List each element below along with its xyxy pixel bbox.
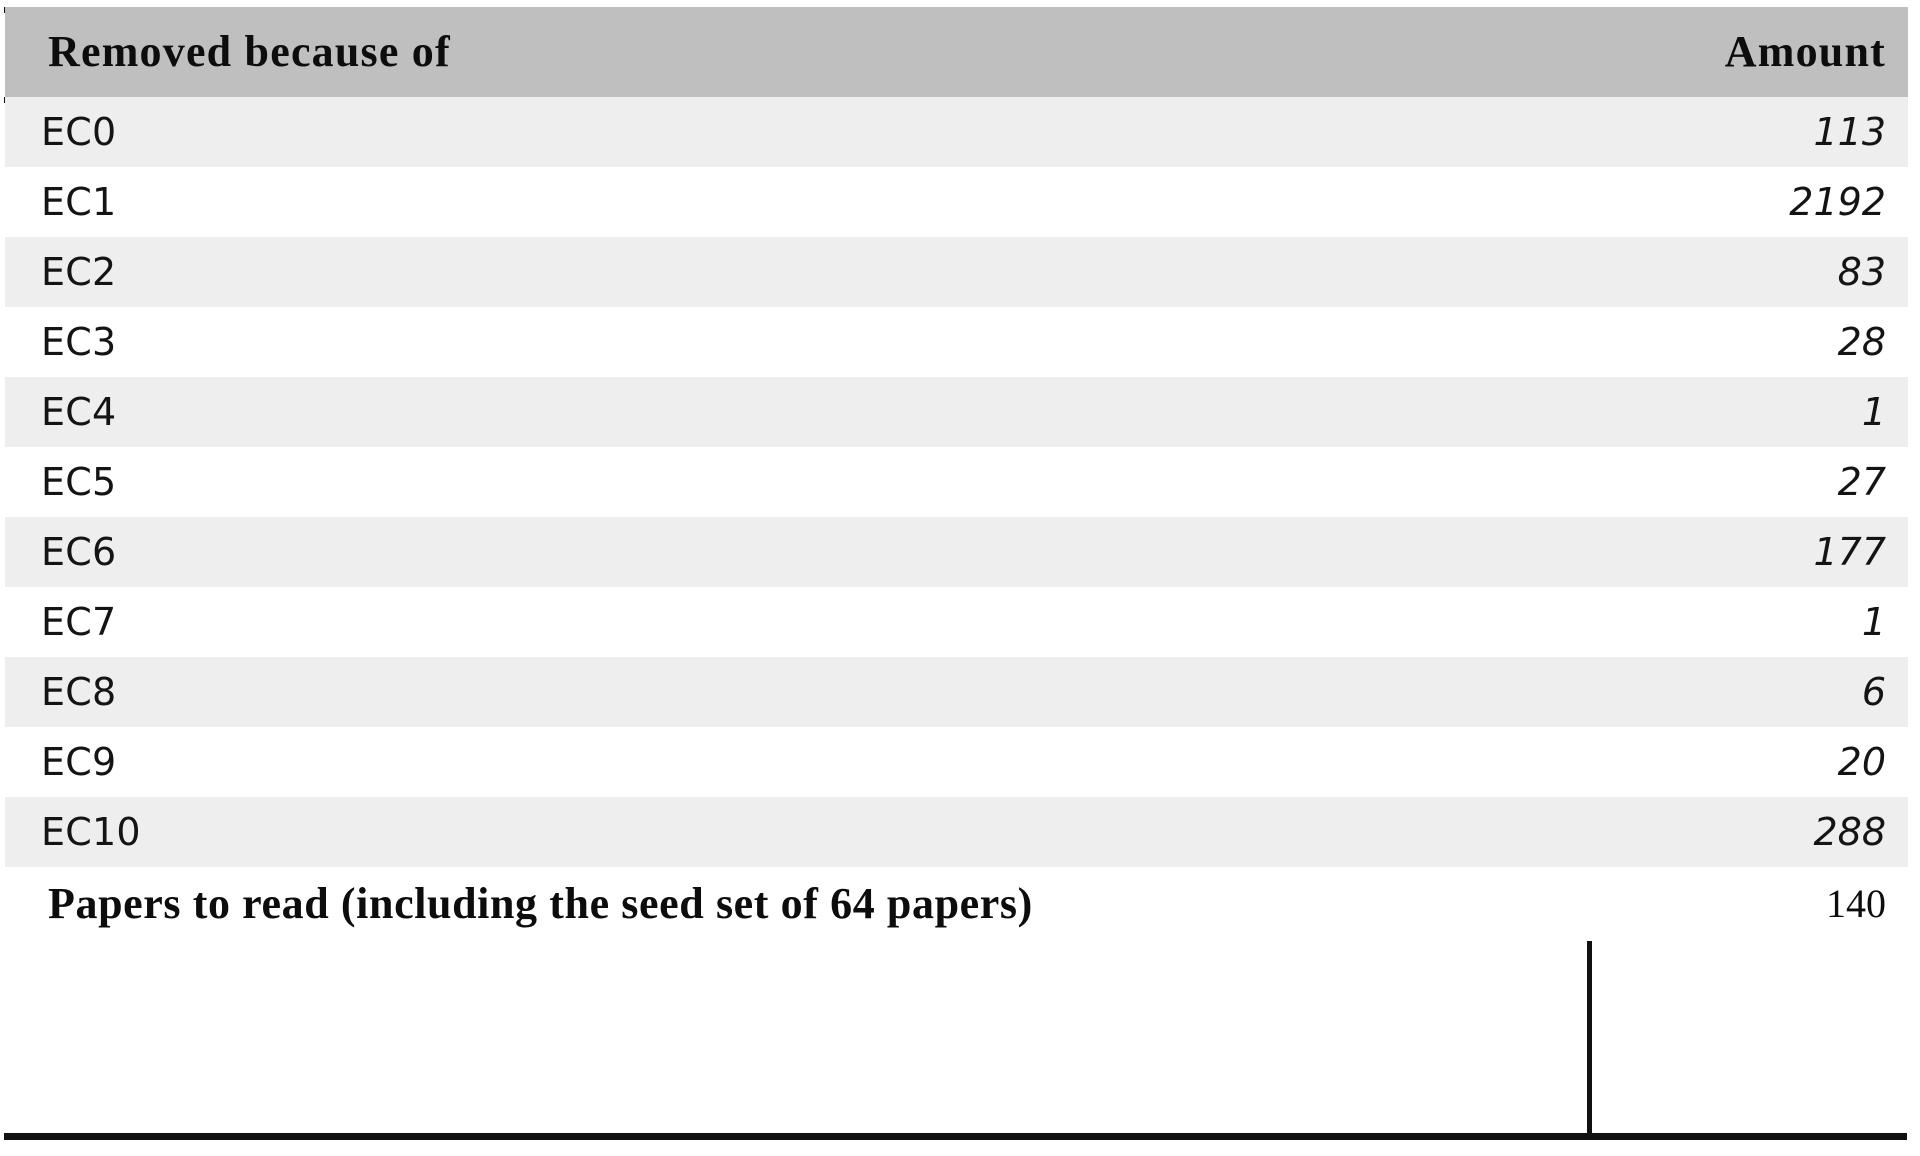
table-row: EC7 1 bbox=[5, 587, 1908, 657]
row-amount: 113 bbox=[1588, 97, 1908, 167]
removed-because-of-table: Removed because of Amount EC0 113 EC1 2192 E… bbox=[5, 7, 1908, 941]
table-row: EC2 83 bbox=[5, 237, 1908, 307]
table-row: EC3 28 bbox=[5, 307, 1908, 377]
summary-row: Papers to read (including the seed set o… bbox=[5, 867, 1908, 941]
row-label: EC4 bbox=[5, 377, 1588, 447]
table-body: EC0 113 EC1 2192 EC2 83 EC3 28 EC4 1 EC5 27 EC6 177 EC… bbox=[5, 97, 1908, 867]
row-amount: 20 bbox=[1588, 727, 1908, 797]
table-head: Removed because of Amount bbox=[5, 7, 1908, 97]
row-label: EC9 bbox=[5, 727, 1588, 797]
table-row: EC6 177 bbox=[5, 517, 1908, 587]
table-figure: Removed because of Amount EC0 113 EC1 2192 E… bbox=[0, 0, 1920, 1156]
table-foot: Papers to read (including the seed set o… bbox=[5, 867, 1908, 941]
table-row: EC8 6 bbox=[5, 657, 1908, 727]
row-label: EC6 bbox=[5, 517, 1588, 587]
table-header-row: Removed because of Amount bbox=[5, 7, 1908, 97]
column-header-amount: Amount bbox=[1588, 7, 1908, 97]
row-label: EC1 bbox=[5, 167, 1588, 237]
row-label: EC0 bbox=[5, 97, 1588, 167]
row-amount: 28 bbox=[1588, 307, 1908, 377]
table-row: EC9 20 bbox=[5, 727, 1908, 797]
column-header-removed-because-of: Removed because of bbox=[5, 7, 1588, 97]
table-row: EC10 288 bbox=[5, 797, 1908, 867]
row-amount: 83 bbox=[1588, 237, 1908, 307]
summary-amount: 140 bbox=[1588, 867, 1908, 941]
row-amount: 6 bbox=[1588, 657, 1908, 727]
row-label: EC2 bbox=[5, 237, 1588, 307]
row-amount: 288 bbox=[1588, 797, 1908, 867]
row-label: EC10 bbox=[5, 797, 1588, 867]
row-label: EC5 bbox=[5, 447, 1588, 517]
table-row: EC0 113 bbox=[5, 97, 1908, 167]
row-amount: 177 bbox=[1588, 517, 1908, 587]
row-label: EC3 bbox=[5, 307, 1588, 377]
table-row: EC5 27 bbox=[5, 447, 1908, 517]
summary-label: Papers to read (including the seed set o… bbox=[5, 867, 1588, 941]
table-row: EC1 2192 bbox=[5, 167, 1908, 237]
row-amount: 27 bbox=[1588, 447, 1908, 517]
row-label: EC7 bbox=[5, 587, 1588, 657]
row-amount: 1 bbox=[1588, 587, 1908, 657]
row-label: EC8 bbox=[5, 657, 1588, 727]
row-amount: 1 bbox=[1588, 377, 1908, 447]
table-row: EC4 1 bbox=[5, 377, 1908, 447]
table-bottom-rule bbox=[4, 1133, 1907, 1140]
row-amount: 2192 bbox=[1588, 167, 1908, 237]
